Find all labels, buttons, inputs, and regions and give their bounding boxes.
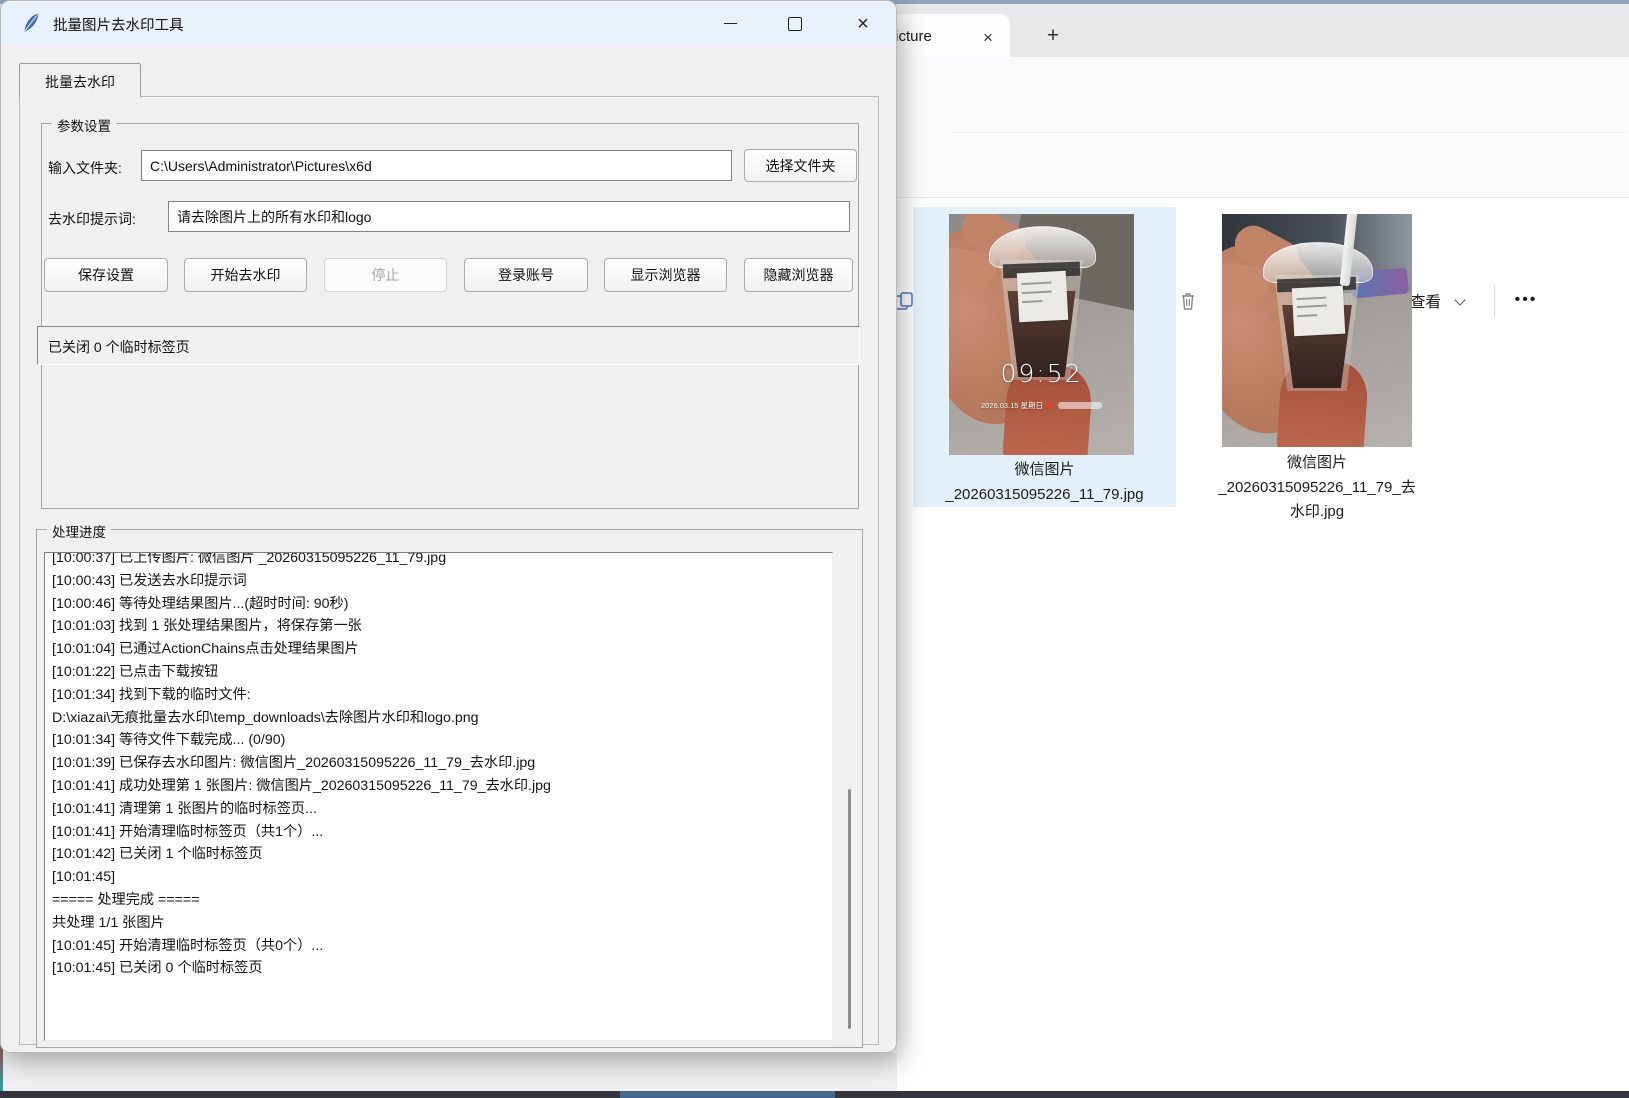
- maximize-button[interactable]: [772, 1, 818, 46]
- log-line: [10:01:45] 开始清理临时标签页（共0个）...: [52, 935, 832, 958]
- window-title: 批量图片去水印工具: [53, 14, 184, 35]
- minimize-icon: [724, 23, 737, 25]
- taskbar-edge: [0, 1091, 1629, 1098]
- progress-group-label: 处理进度: [47, 521, 111, 541]
- input-folder-label: 输入文件夹:: [48, 158, 122, 178]
- log-line: [10:01:45] 已关闭 0 个临时标签页: [52, 957, 832, 980]
- params-group: 参数设置 输入文件夹: 选择文件夹 去水印提示词: 保存设置 开始去水印 停止 …: [41, 123, 859, 509]
- params-group-label: 参数设置: [52, 115, 116, 135]
- close-icon: ×: [857, 14, 869, 34]
- prompt-field[interactable]: [168, 201, 850, 232]
- tab-batch-dewatermark[interactable]: 批量去水印: [19, 63, 141, 97]
- log-line: [10:00:43] 已发送去水印提示词: [52, 570, 832, 593]
- log-scrollbar-thumb[interactable]: [848, 789, 851, 1029]
- log-line: [10:01:04] 已通过ActionChains点击处理结果图片: [52, 638, 832, 661]
- choose-folder-button[interactable]: 选择文件夹: [744, 149, 857, 182]
- log-line: [10:01:42] 已关闭 1 个临时标签页: [52, 843, 832, 866]
- log-line: [10:01:45]: [52, 866, 832, 889]
- prompt-label: 去水印提示词:: [48, 209, 136, 229]
- log-line: [10:01:34] 等待文件下载完成... (0/90): [52, 729, 832, 752]
- watermark-tool-window: 批量图片去水印工具 × 批量去水印 参数设置 输入文件夹: 选择文件夹 去水印提…: [0, 0, 897, 1053]
- file-name-line: _20260315095226_11_79_去: [1205, 476, 1429, 501]
- input-folder-field[interactable]: [141, 150, 732, 181]
- log-line: [10:01:34] 找到下载的临时文件:: [52, 684, 832, 707]
- file-name-line: 水印.jpg: [1205, 500, 1429, 525]
- log-line: [10:00:37] 已上传图片: 微信图片 _20260315095226_1…: [52, 552, 832, 570]
- status-text: 已关闭 0 个临时标签页: [48, 337, 190, 357]
- toolbar-divider: [1494, 285, 1495, 317]
- app-icon-feather: [21, 12, 43, 34]
- log-line: [10:01:22] 已点击下载按钮: [52, 661, 832, 684]
- save-settings-button[interactable]: 保存设置: [44, 258, 168, 292]
- minimize-button[interactable]: [707, 1, 753, 46]
- file-tile-dewatermarked[interactable]: 微信图片 _20260315095226_11_79_去 水印.jpg: [1205, 207, 1485, 532]
- tab-close-icon[interactable]: ×: [976, 26, 1000, 50]
- log-line: D:\xiazai\无痕批量去水印\temp_downloads\去除图片水印和…: [52, 707, 832, 730]
- log-line: [10:01:39] 已保存去水印图片: 微信图片_20260315095226…: [52, 752, 832, 775]
- file-name-line: 微信图片: [913, 458, 1176, 483]
- file-name-line: _20260315095226_11_79.jpg: [913, 483, 1176, 508]
- log-line: 共处理 1/1 张图片: [52, 912, 832, 935]
- show-browser-button[interactable]: 显示浏览器: [604, 258, 727, 292]
- photo-thumbnail-dewatermarked: [1222, 214, 1412, 447]
- file-name-line: 微信图片: [1205, 451, 1429, 476]
- maximize-icon: [788, 17, 802, 31]
- log-line: ===== 处理完成 =====: [52, 889, 832, 912]
- hide-browser-button[interactable]: 隐藏浏览器: [744, 258, 853, 292]
- photo-time-watermark: 09:52: [949, 359, 1134, 388]
- status-box: 已关闭 0 个临时标签页: [37, 326, 860, 365]
- progress-group: 处理进度 [10:00:37] 已上传图片: 微信图片 _20260315095…: [36, 529, 863, 1048]
- login-account-button[interactable]: 登录账号: [464, 258, 588, 292]
- log-line: [10:01:41] 清理第 1 张图片的临时标签页...: [52, 798, 832, 821]
- log-line: [10:01:41] 成功处理第 1 张图片: 微信图片_20260315095…: [52, 775, 832, 798]
- background-strip: [0, 1053, 897, 1091]
- more-options-icon[interactable]: •••: [1504, 281, 1548, 321]
- log-line: [10:00:46] 等待处理结果图片...(超时时间: 90秒): [52, 593, 832, 616]
- log-line: [10:01:03] 找到 1 张处理结果图片，将保存第一张: [52, 615, 832, 638]
- progress-log[interactable]: [10:00:37] 已上传图片: 微信图片 _20260315095226_1…: [44, 552, 833, 1041]
- file-tile-original[interactable]: 09:52 2026.03.15 星期日 微信图片 _2026031509522…: [913, 207, 1176, 507]
- title-bar[interactable]: 批量图片去水印工具 ×: [1, 1, 896, 46]
- new-tab-icon[interactable]: +: [1038, 22, 1068, 52]
- log-line: [10:01:41] 开始清理临时标签页（共1个）...: [52, 821, 832, 844]
- start-dewatermark-button[interactable]: 开始去水印: [184, 258, 307, 292]
- stop-button[interactable]: 停止: [324, 258, 447, 292]
- close-button[interactable]: ×: [840, 1, 886, 46]
- photo-date-watermark: 2026.03.15 星期日: [949, 400, 1134, 411]
- photo-thumbnail-original: 09:52 2026.03.15 星期日: [949, 214, 1134, 455]
